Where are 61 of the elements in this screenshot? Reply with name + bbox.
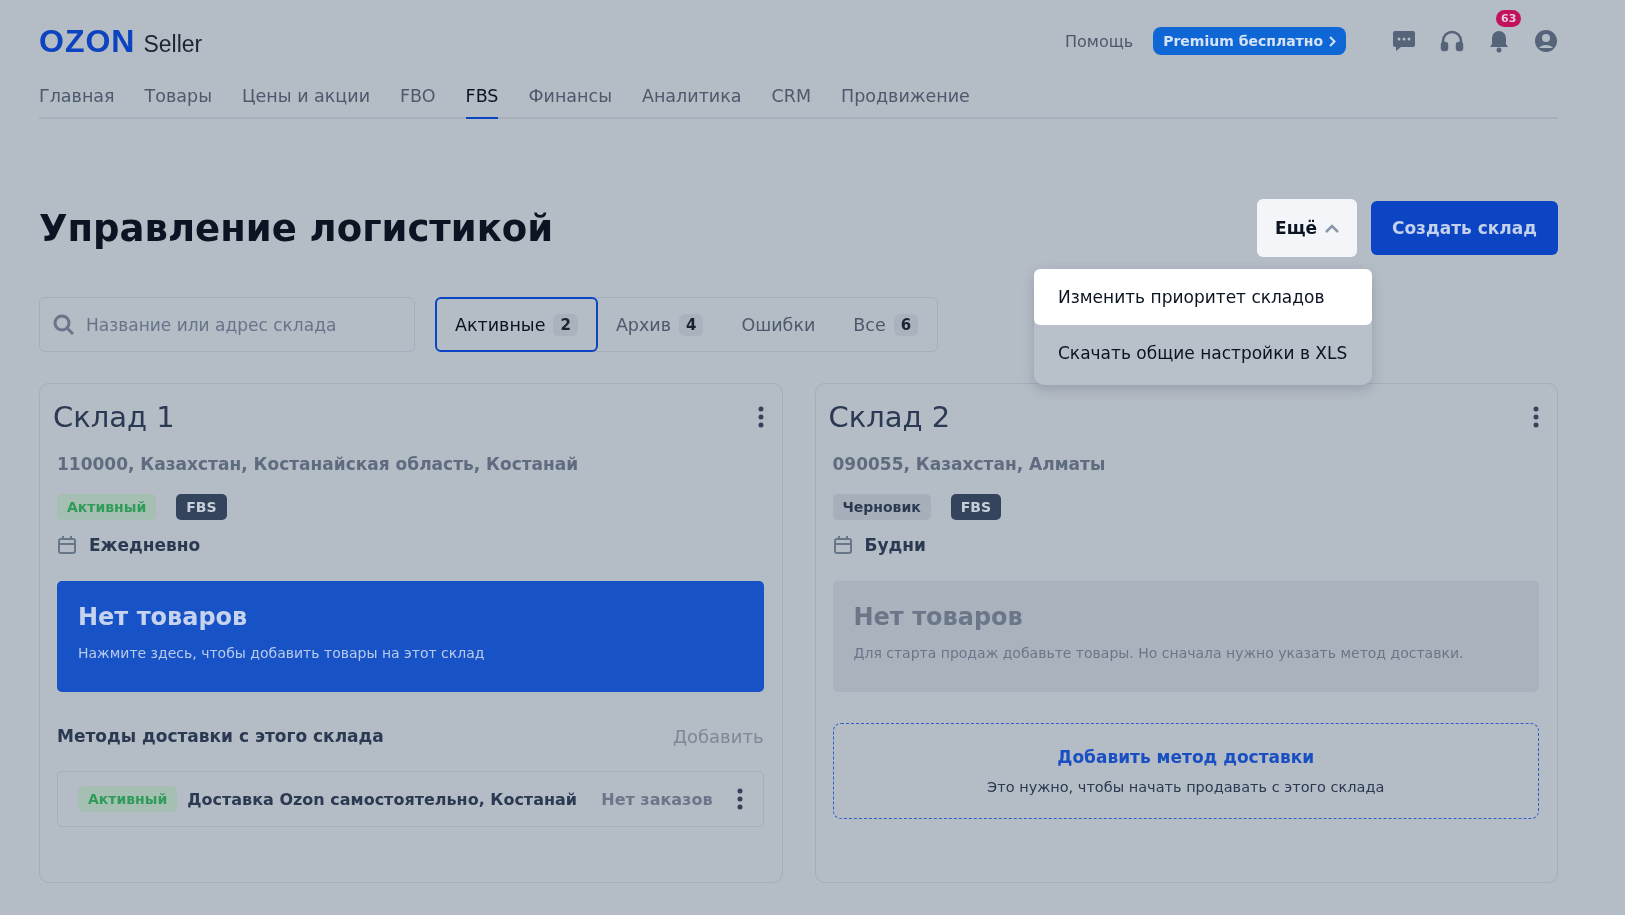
count-badge: 6 (893, 313, 919, 336)
count-badge: 2 (553, 313, 578, 336)
filter-tab[interactable]: Ошибки (721, 297, 836, 352)
menu-item[interactable]: Скачать общие настройки в XLS (1034, 325, 1372, 381)
bell-icon[interactable] (1488, 29, 1510, 53)
calendar-icon (57, 535, 77, 555)
no-products-panel[interactable]: Нет товаров Нажмите здесь, чтобы добавить товары на этот склад (57, 581, 764, 692)
nav-tab[interactable]: Товары (144, 82, 212, 119)
nav-tab[interactable]: Продвижение (841, 82, 970, 119)
no-products-title: Нет товаров (78, 603, 249, 631)
chevron-right-icon (1329, 35, 1336, 47)
warehouse-address: 090055, Казахстан, Алматы (832, 454, 1107, 474)
status-tag: Черновик (832, 494, 931, 520)
schedule-text: Ежедневно (89, 535, 201, 555)
filter-tab[interactable]: Архив 4 (595, 297, 724, 352)
status-tag: Активный (78, 786, 178, 812)
warehouse-name: Склад 2 (828, 400, 951, 434)
warehouse-address: 110000, Казахстан, Костанайская область, Костанай (57, 454, 580, 474)
search-icon (53, 314, 75, 336)
schedule-text: Будни (864, 535, 926, 555)
add-method-link[interactable]: Добавить метод доставки (1057, 747, 1315, 767)
search-field[interactable]: Название или адрес склада (39, 297, 415, 352)
nav-tab[interactable]: Цены и акции (241, 82, 371, 119)
more-options-icon[interactable] (1533, 406, 1539, 428)
more-options-icon[interactable] (736, 788, 743, 810)
chevron-icon (1324, 223, 1339, 233)
add-method-hint: Это нужно, чтобы начать продавать с этого склада (987, 779, 1385, 795)
help-link[interactable]: Помощь (1065, 31, 1134, 51)
status-tag: Активный (57, 494, 157, 520)
logo[interactable]: OZON (39, 22, 136, 60)
nav-tab[interactable]: Финансы (528, 82, 612, 119)
delivery-method-row[interactable]: Активный Доставка Ozon самостоятельно, Костанай Нет заказов (57, 771, 764, 827)
headset-icon[interactable] (1440, 29, 1464, 53)
nav-tab[interactable]: FBO (400, 82, 436, 119)
filter-tab[interactable]: Все 6 (833, 297, 939, 352)
more-options-icon[interactable] (757, 406, 764, 428)
no-products-title: Нет товаров (853, 603, 1024, 631)
nav-tab[interactable]: Аналитика (641, 82, 742, 119)
menu-item[interactable]: Изменить приоритет складов (1034, 269, 1372, 325)
no-products-text: Нажмите здесь, чтобы добавить товары на этот склад (78, 645, 486, 661)
nav-tab[interactable]: FBS (465, 82, 499, 119)
user-icon[interactable] (1534, 29, 1558, 53)
logo-suffix: Seller (143, 30, 203, 58)
nav-tab[interactable]: CRM (771, 82, 811, 119)
methods-title: Методы доставки с этого склада (57, 726, 384, 747)
premium-button[interactable]: Premium бесплатно (1153, 27, 1346, 55)
page-title: Управление логистикой (39, 206, 555, 250)
create-warehouse-button[interactable]: Создать склад (1370, 201, 1558, 255)
orders-text: Нет заказов (601, 789, 713, 809)
warehouse-name: Склад 1 (53, 400, 175, 434)
more-button[interactable]: Ещё (1257, 199, 1357, 257)
calendar-icon (832, 535, 853, 555)
count-badge: 4 (679, 313, 704, 336)
no-products-text: Для старта продаж добавьте товары. Но сначала нужно указать метод доставки. (853, 645, 1465, 661)
notification-badge: 63 (1496, 10, 1522, 27)
status-tag: FBS (176, 494, 227, 520)
nav-tab[interactable]: Главная (39, 82, 115, 119)
status-tag: FBS (950, 494, 1002, 520)
method-name: Доставка Ozon самостоятельно, Костанай (187, 789, 578, 809)
chat-icon[interactable] (1392, 30, 1416, 52)
filter-tab[interactable]: Активные 2 (435, 297, 598, 352)
